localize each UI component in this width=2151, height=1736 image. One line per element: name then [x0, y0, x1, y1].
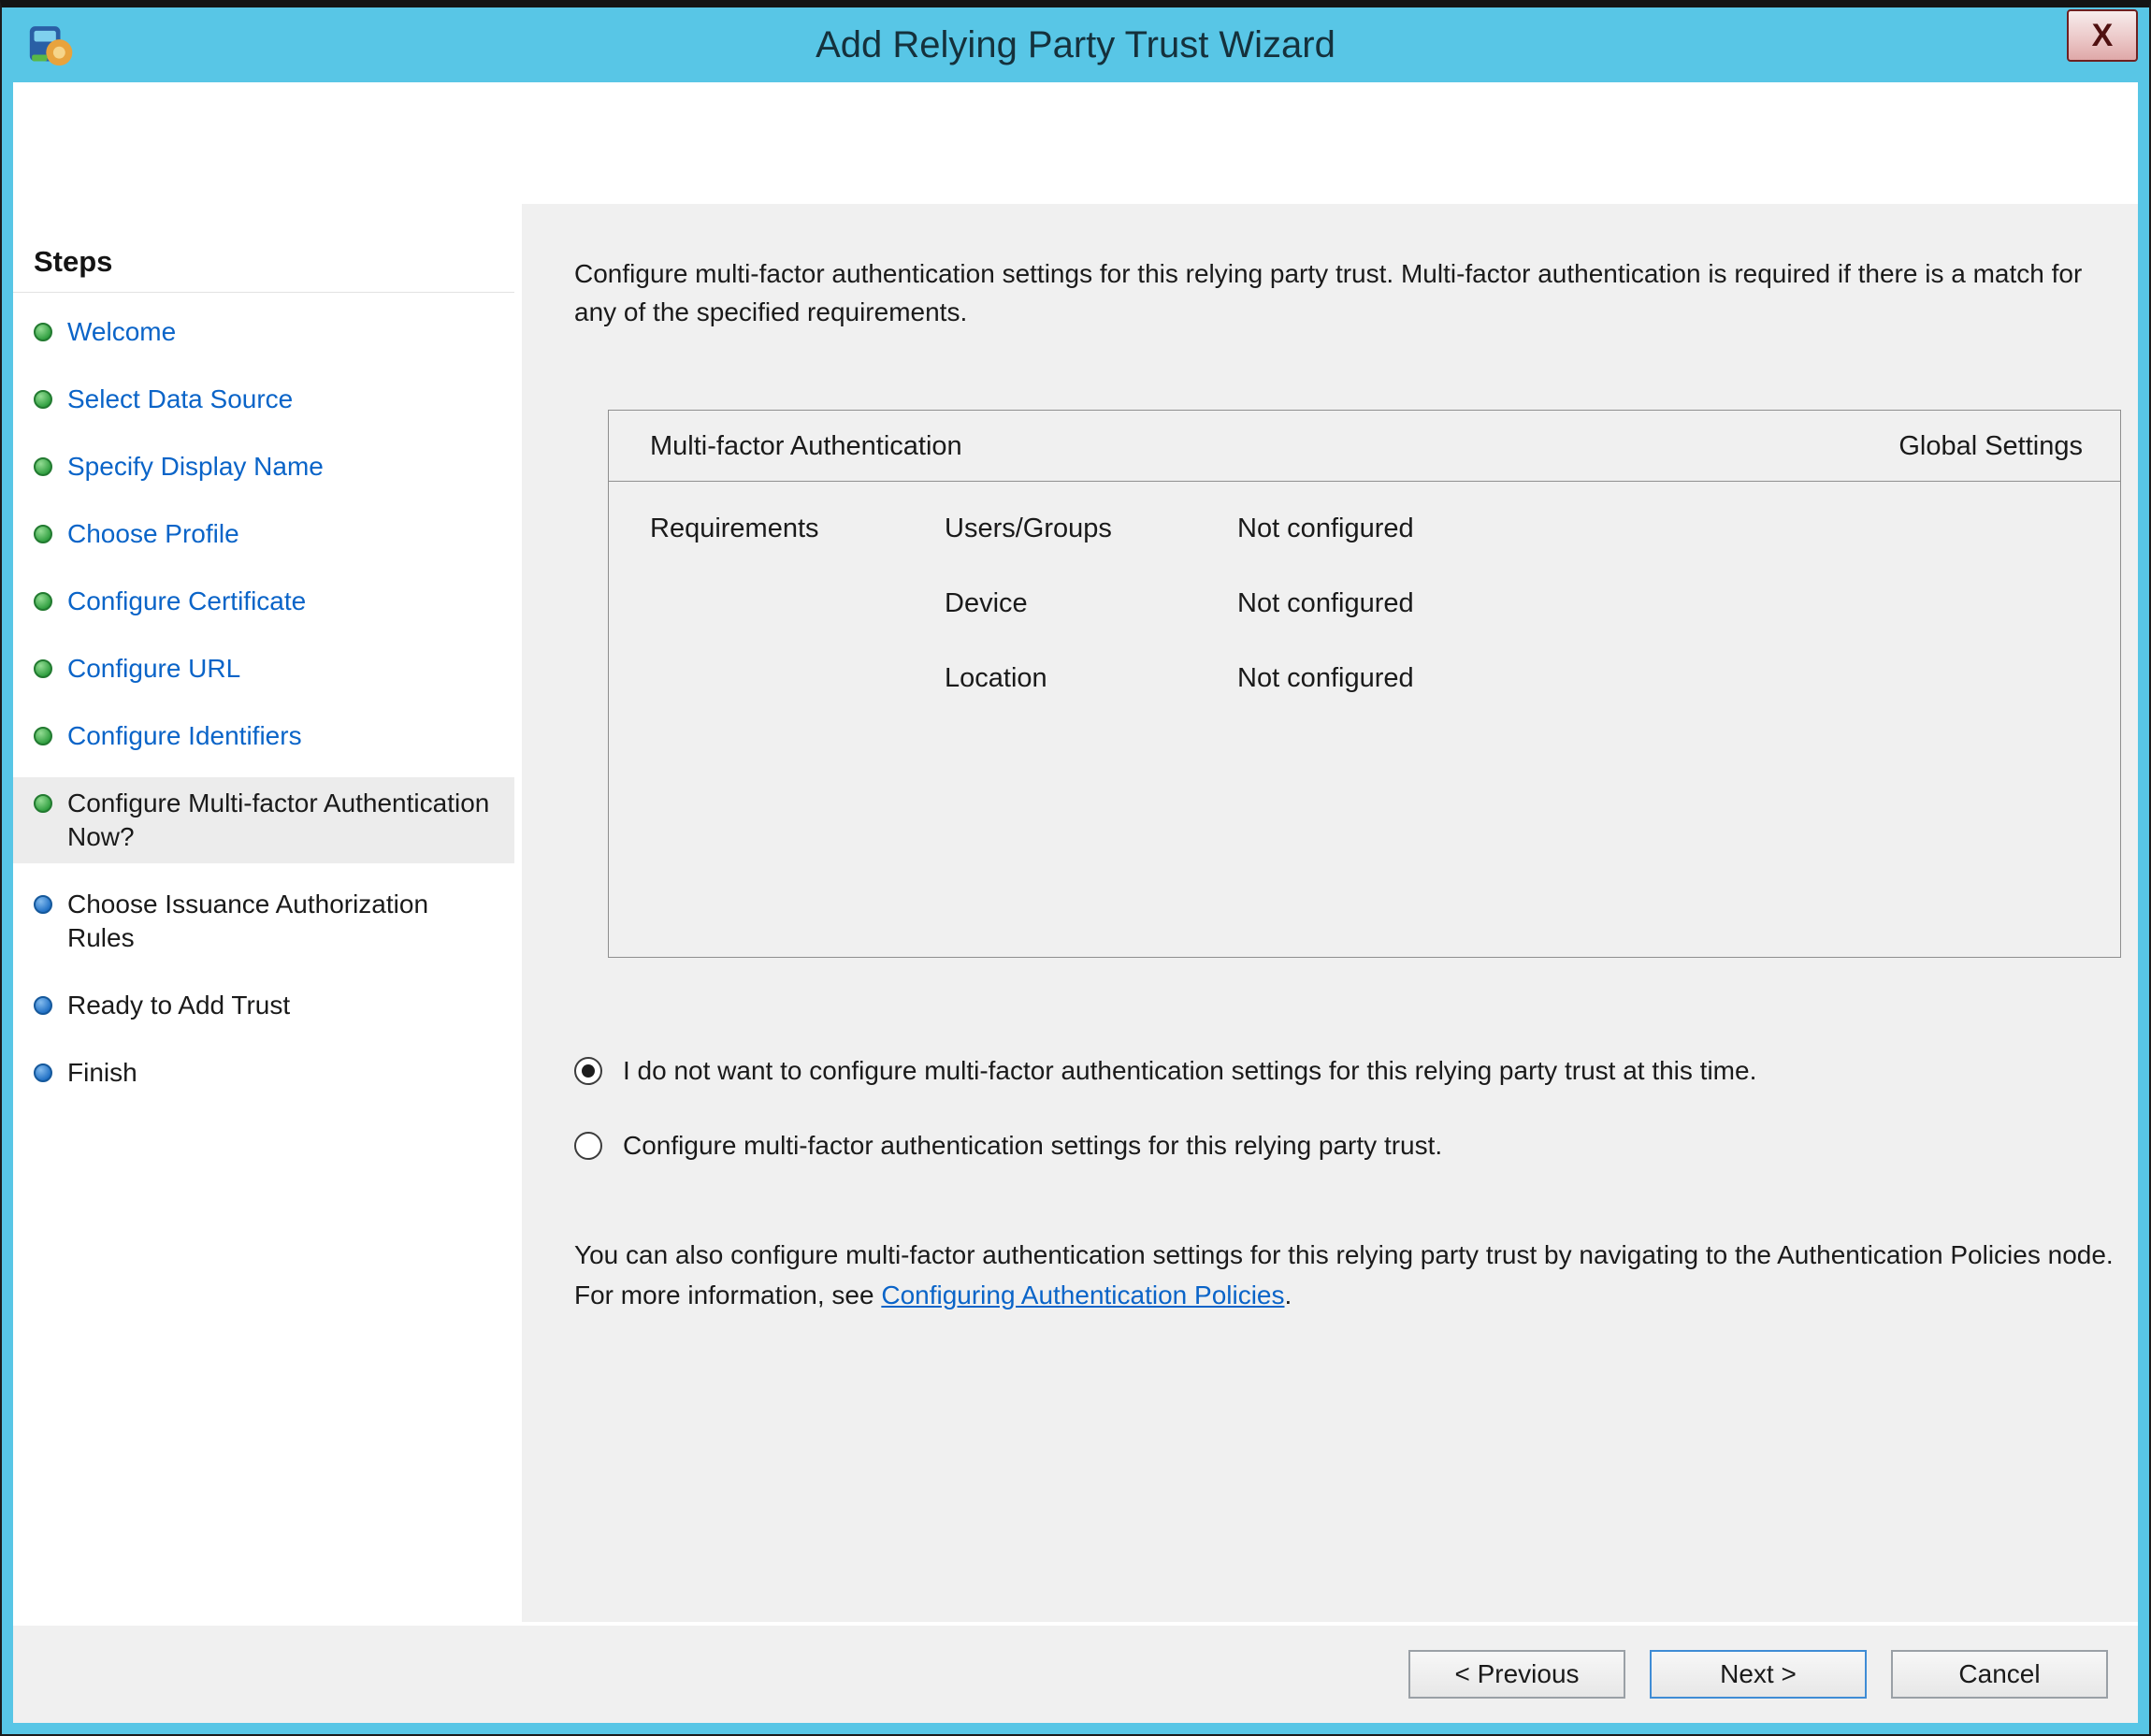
step-label: Specify Display Name — [67, 450, 324, 484]
mfa-requirements-table: Requirements Users/Groups Not configured… — [609, 482, 2120, 738]
requirement-name: Users/Groups — [945, 514, 1237, 544]
button-band: < Previous Next > Cancel — [13, 1622, 2138, 1723]
radio-dot — [582, 1064, 595, 1078]
steps-sidebar: Steps Welcome Select Data Source Specify… — [13, 204, 514, 1622]
step-done-icon — [34, 592, 52, 611]
mfa-box-header: Multi-factor Authentication Global Setti… — [609, 411, 2120, 482]
step-pending-icon — [34, 996, 52, 1015]
step-specify-display-name: Specify Display Name — [13, 441, 514, 493]
step-choose-profile: Choose Profile — [13, 508, 514, 560]
radio-configure-mfa[interactable] — [574, 1132, 602, 1160]
close-button[interactable]: X — [2067, 9, 2138, 62]
step-label: Choose Issuance Authorization Rules — [67, 888, 501, 955]
frame-body: Steps Welcome Select Data Source Specify… — [13, 82, 2138, 1723]
step-label: Configure URL — [67, 652, 240, 686]
step-done-icon — [34, 323, 52, 341]
requirement-name: Device — [945, 588, 1237, 619]
previous-button[interactable]: < Previous — [1408, 1650, 1625, 1699]
app-icon — [24, 19, 77, 71]
requirement-value: Not configured — [1237, 663, 2120, 694]
step-select-data-source: Select Data Source — [13, 373, 514, 426]
step-label: Choose Profile — [67, 517, 239, 551]
option-skip-mfa[interactable]: I do not want to configure multi-factor … — [574, 1053, 2121, 1089]
global-settings-label: Global Settings — [1898, 431, 2083, 462]
option-configure-mfa[interactable]: Configure multi-factor authentication se… — [574, 1128, 2121, 1164]
main-panel: Configure multi-factor authentication se… — [522, 204, 2138, 1622]
requirement-value: Not configured — [1237, 514, 2120, 544]
step-configure-certificate: Configure Certificate — [13, 575, 514, 628]
mfa-box-title: Multi-factor Authentication — [650, 431, 962, 462]
footnote-period: . — [1285, 1280, 1292, 1309]
step-label: Finish — [67, 1056, 137, 1090]
step-label: Ready to Add Trust — [67, 989, 290, 1022]
step-pending-icon — [34, 1063, 52, 1082]
wizard-window: Add Relying Party Trust Wizard X Steps W… — [0, 0, 2151, 1736]
step-done-icon — [34, 525, 52, 543]
footnote-text: You can also configure multi-factor auth… — [574, 1240, 2114, 1309]
cancel-button[interactable]: Cancel — [1891, 1650, 2108, 1699]
step-welcome: Welcome — [13, 306, 514, 358]
steps-heading: Steps — [13, 245, 514, 293]
next-button[interactable]: Next > — [1650, 1650, 1867, 1699]
step-done-icon — [34, 457, 52, 476]
footnote: You can also configure multi-factor auth… — [574, 1235, 2121, 1315]
step-label: Configure Certificate — [67, 585, 306, 618]
step-choose-issuance-authorization-rules: Choose Issuance Authorization Rules — [13, 878, 514, 964]
title-bar: Add Relying Party Trust Wizard X — [2, 7, 2149, 82]
step-label: Configure Multi-factor Authentication No… — [67, 787, 501, 854]
option-label: I do not want to configure multi-factor … — [623, 1053, 1756, 1089]
step-done-icon — [34, 727, 52, 745]
step-label: Configure Identifiers — [67, 719, 302, 753]
content-row: Steps Welcome Select Data Source Specify… — [13, 204, 2138, 1622]
step-ready-to-add-trust: Ready to Add Trust — [13, 979, 514, 1032]
header-strip — [13, 82, 2138, 204]
radio-skip-mfa[interactable] — [574, 1057, 602, 1085]
step-configure-mfa-now: Configure Multi-factor Authentication No… — [13, 777, 514, 863]
step-label: Select Data Source — [67, 383, 293, 416]
requirement-value: Not configured — [1237, 588, 2120, 619]
step-done-icon — [34, 390, 52, 409]
step-configure-url: Configure URL — [13, 643, 514, 695]
step-label: Welcome — [67, 315, 176, 349]
step-configure-identifiers: Configure Identifiers — [13, 710, 514, 762]
step-done-icon — [34, 794, 52, 813]
step-done-icon — [34, 659, 52, 678]
page-description: Configure multi-factor authentication se… — [574, 254, 2121, 331]
window-title: Add Relying Party Trust Wizard — [2, 7, 2149, 82]
configuring-authentication-policies-link[interactable]: Configuring Authentication Policies — [881, 1280, 1284, 1309]
requirements-label: Requirements — [650, 514, 945, 544]
step-finish: Finish — [13, 1047, 514, 1099]
option-label: Configure multi-factor authentication se… — [623, 1128, 1442, 1164]
requirement-name: Location — [945, 663, 1237, 694]
mfa-settings-box: Multi-factor Authentication Global Setti… — [608, 410, 2121, 958]
step-pending-icon — [34, 895, 52, 914]
